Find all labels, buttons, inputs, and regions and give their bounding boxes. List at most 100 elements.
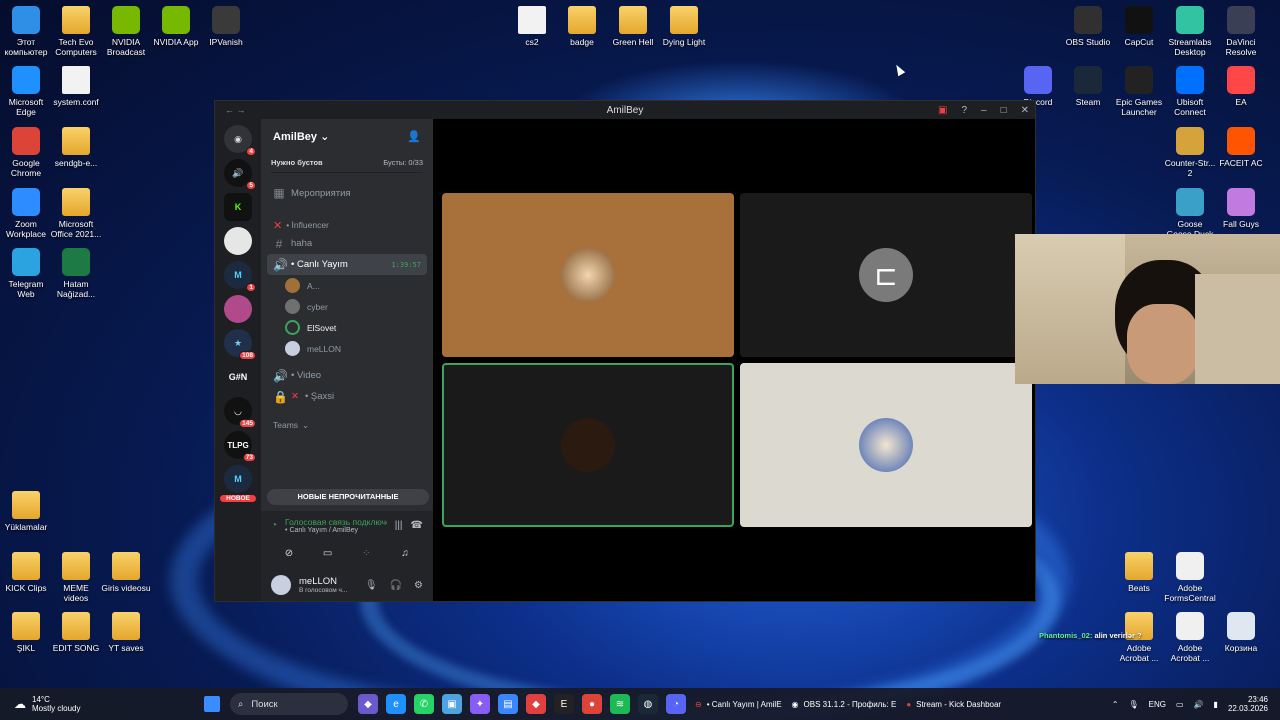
desktop-icon[interactable]: Zoom Workplace [0, 188, 52, 239]
server-home[interactable]: ◉ 4 [224, 125, 256, 156]
desktop-icon[interactable]: EDIT SONG [50, 612, 102, 653]
help-icon[interactable]: ? [961, 105, 967, 116]
maximize-icon[interactable]: □ [1001, 105, 1007, 116]
server-gn[interactable]: G#N [224, 363, 252, 391]
minimize-icon[interactable]: – [981, 105, 987, 116]
battery-icon[interactable]: ▮ [1214, 700, 1218, 709]
spotify-icon[interactable]: ≋ [610, 694, 630, 714]
inbox-icon[interactable]: ▣ [938, 105, 947, 116]
participant-tile-speaking[interactable] [442, 363, 734, 527]
server-item[interactable] [224, 227, 252, 255]
voice-member[interactable]: ElSovet [261, 317, 433, 338]
app-icon[interactable]: ◆ [526, 694, 546, 714]
microphone-icon[interactable]: 🎙 [1129, 700, 1139, 709]
desktop-icon[interactable]: DaVinci Resolve [1215, 6, 1267, 57]
tray-chevron-icon[interactable]: ⌃ [1112, 700, 1119, 709]
voice-channel[interactable]: • Canlı Yayım / AmilBey [285, 527, 387, 534]
server-item[interactable] [224, 295, 252, 323]
boost-progress[interactable]: Нужно бустов Бусты: 0/33 [271, 153, 423, 173]
store-icon[interactable]: ▤ [498, 694, 518, 714]
whatsapp-icon[interactable]: ✆ [414, 694, 434, 714]
volume-icon[interactable]: 🔊 [1194, 700, 1204, 709]
task-discord[interactable]: ⊖ • Canlı Yayım | AmilE [695, 700, 782, 709]
participant-tile[interactable] [740, 363, 1032, 527]
desktop-icon[interactable]: Streamlabs Desktop [1164, 6, 1216, 57]
participant-tile[interactable]: ⊏ [740, 193, 1032, 357]
server-item[interactable]: ◡ 145 [224, 397, 256, 428]
chrome-icon[interactable]: ● [582, 694, 602, 714]
headphones-icon[interactable]: 🎧 [390, 580, 402, 591]
desktop-icon[interactable]: Beats [1113, 552, 1165, 593]
copilot-icon[interactable]: ✦ [470, 694, 490, 714]
desktop-icon[interactable]: Goose Goose Duck [1164, 188, 1216, 239]
steam-icon[interactable]: ◍ [638, 694, 658, 714]
task-obs[interactable]: ◉ OBS 31.1.2 - Профиль: E [792, 700, 897, 709]
desktop-icon[interactable]: Корзина [1215, 612, 1267, 653]
desktop-icon[interactable]: Green Hell [607, 6, 659, 47]
desktop-icon[interactable]: Telegram Web [0, 248, 52, 299]
photos-icon[interactable]: ▣ [442, 694, 462, 714]
taskbar-search[interactable]: ⌕ Поиск [230, 693, 348, 715]
desktop-icon[interactable]: Epic Games Launcher [1113, 66, 1165, 117]
weather-widget[interactable]: ☁ 14°C Mostly cloudy [0, 695, 200, 713]
desktop-icon[interactable]: OBS Studio [1062, 6, 1114, 47]
channel-private[interactable]: 🔒 ✕ • Şaxsi [267, 386, 427, 407]
language-indicator[interactable]: ENG [1149, 700, 1166, 709]
soundboard-button[interactable]: ♫ [391, 544, 419, 562]
epic-icon[interactable]: E [554, 694, 574, 714]
camera-off-button[interactable]: ⊘ [275, 544, 303, 562]
desktop-icon[interactable]: sendgb-e... [50, 127, 102, 168]
avatar[interactable] [271, 575, 291, 595]
desktop-icon[interactable]: Fall Guys [1215, 188, 1267, 229]
desktop-icon[interactable]: MEME videos [50, 552, 102, 603]
server-item[interactable]: 🔊 5 [224, 159, 256, 190]
desktop-icon[interactable]: NVIDIA App [150, 6, 202, 47]
screen-share-button[interactable]: ▭ [314, 544, 342, 562]
voice-member[interactable]: A... [261, 275, 433, 296]
desktop-icon[interactable]: Google Chrome [0, 127, 52, 178]
voice-member[interactable]: meLLON [261, 338, 433, 359]
server-tlpg[interactable]: TLPG 73 [224, 431, 256, 462]
desktop-icon[interactable]: Microsoft Office 2021... [50, 188, 102, 239]
participant-tile[interactable] [442, 193, 734, 357]
close-icon[interactable]: ✕ [1021, 105, 1029, 116]
desktop-icon[interactable]: YT saves [100, 612, 152, 653]
server-item[interactable]: M1 [224, 261, 256, 292]
desktop-icon[interactable]: Counter-Str... 2 [1164, 127, 1216, 178]
noise-suppression-icon[interactable]: ||| [395, 520, 403, 531]
server-item[interactable]: ★ 108 [224, 329, 256, 360]
task-chrome[interactable]: ● Stream - Kick Dashboar [906, 700, 1001, 709]
desktop-icon[interactable]: CapCut [1113, 6, 1165, 47]
desktop-icon[interactable]: KICK Clips [0, 552, 52, 593]
desktop-icon[interactable]: Adobe Acrobat ... [1164, 612, 1216, 663]
activities-button[interactable]: ⁘ [352, 544, 380, 562]
clock[interactable]: 23:46 22.03.2026 [1228, 695, 1268, 713]
desktop-icon[interactable]: cs2 [506, 6, 558, 47]
channel-video[interactable]: 🔊 • Video [267, 365, 427, 386]
desktop-icon[interactable]: Dying Light [658, 6, 710, 47]
network-icon[interactable]: ▭ [1176, 700, 1184, 709]
desktop-icon[interactable]: Этот компьютер [0, 6, 52, 57]
discord-window[interactable]: ← → AmilBey ▣ ? – □ ✕ ◉ 4 🔊 5 K M1 ★ 108 G#… [214, 100, 1036, 602]
add-member-icon[interactable]: 👤 [407, 130, 421, 143]
events-item[interactable]: ▦ Мероприятия [267, 181, 427, 205]
microphone-icon[interactable]: 🎙 [365, 580, 378, 591]
desktop-icon[interactable]: ŞIKL [0, 612, 52, 653]
desktop-icon[interactable]: badge [556, 6, 608, 47]
desktop-icon[interactable]: FACEIT AC [1215, 127, 1267, 168]
desktop-icon[interactable]: EA [1215, 66, 1267, 107]
disconnect-icon[interactable]: ☎ [411, 520, 423, 531]
server-item[interactable]: M [224, 465, 252, 493]
widgets-icon[interactable]: ◆ [358, 694, 378, 714]
desktop-icon[interactable]: Microsoft Edge [0, 66, 52, 117]
settings-gear-icon[interactable]: ⚙ [414, 580, 423, 591]
start-windows-icon[interactable] [204, 696, 220, 712]
desktop-icon[interactable]: Giris videosu [100, 552, 152, 593]
desktop-icon[interactable]: system.conf [50, 66, 102, 107]
channel-haha[interactable]: # haha [267, 233, 427, 254]
discord-icon[interactable]: ◔ [666, 694, 686, 714]
channel-live[interactable]: 🔊 • Canlı Yayım 1:39:57 [267, 254, 427, 275]
desktop-icon[interactable]: Tech Evo Computers [50, 6, 102, 57]
desktop-icon[interactable]: IPVanish [200, 6, 252, 47]
guild-header[interactable]: AmilBey ⌄ 👤 [261, 119, 433, 153]
